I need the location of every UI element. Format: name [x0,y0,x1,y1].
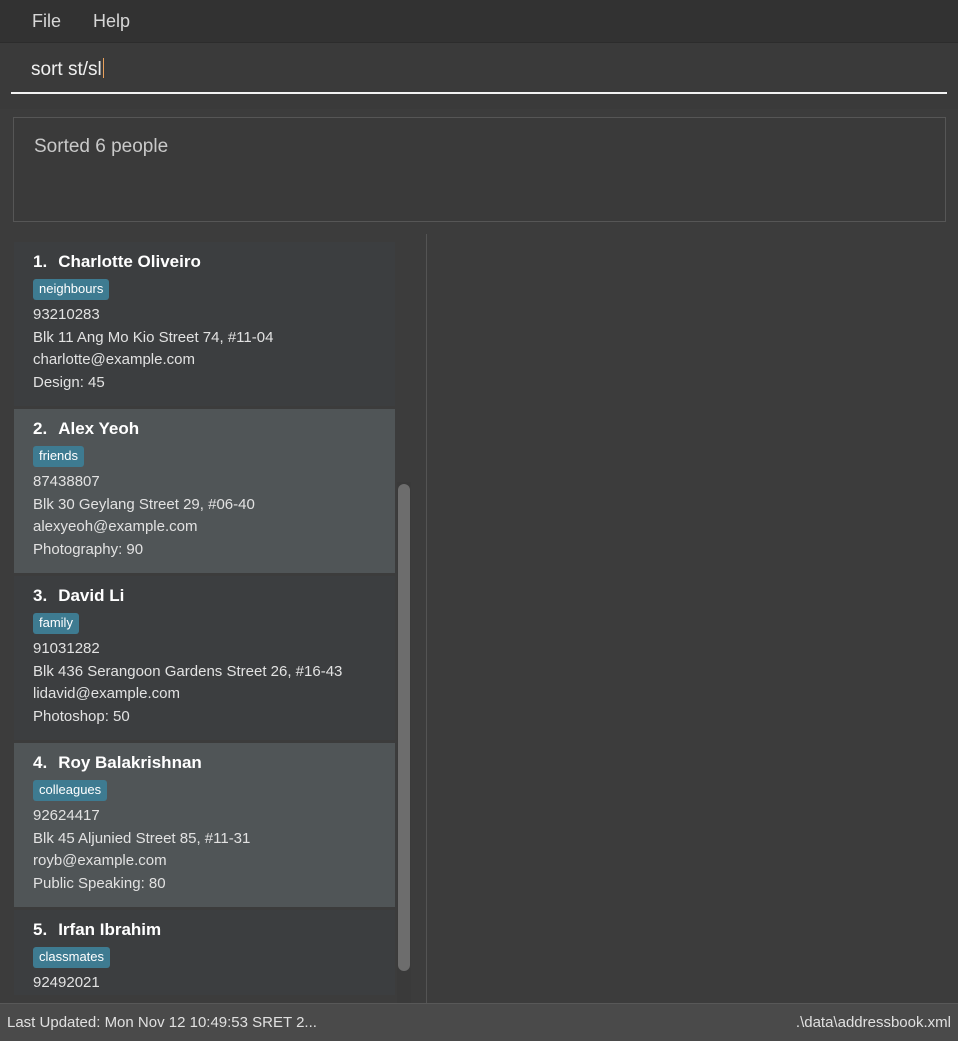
command-input[interactable]: sort st/sl [11,58,947,94]
person-card-headline: 2. Alex Yeoh [33,419,381,439]
person-card[interactable]: 2. Alex Yeoh friends 87438807 Blk 30 Gey… [14,409,395,573]
application-window: File Help sort st/sl Sorted 6 people 1. … [0,0,958,1041]
person-index: 1. [33,252,48,271]
person-card[interactable]: 5. Irfan Ibrahim classmates 92492021 Blk… [14,910,395,995]
person-phone: 92492021 [33,974,100,991]
person-list-panel: 1. Charlotte Oliveiro neighbours 9321028… [0,232,426,1003]
main-content: 1. Charlotte Oliveiro neighbours 9321028… [0,232,958,1003]
person-phone: 93210283 [33,306,100,323]
person-index: 5. [33,920,48,939]
person-phone: 91031282 [33,640,100,657]
status-save-location: .\data\addressbook.xml [795,1014,951,1031]
person-email: charlotte@example.com [33,351,195,368]
person-card-headline: 3. David Li [33,586,381,606]
result-display-box: Sorted 6 people [13,117,946,222]
person-skill: Photography: 90 [33,540,144,558]
person-name: Irfan Ibrahim [58,920,162,939]
command-input-value: sort st/sl [31,59,102,80]
person-address: Blk 11 Ang Mo Kio Street 74, #11-04 [33,328,274,346]
person-skill: Design: 45 [33,373,105,391]
person-card-headline: 4. Roy Balakrishnan [33,753,381,773]
person-list-viewport[interactable]: 1. Charlotte Oliveiro neighbours 9321028… [14,242,395,995]
person-card[interactable]: 3. David Li family 91031282 Blk 436 Sera… [14,576,395,740]
person-tag: colleagues [33,780,108,801]
menu-item-file[interactable]: File [22,9,71,34]
person-address: Blk 45 Aljunied Street 85, #11-31 [33,829,251,847]
menu-item-help[interactable]: Help [83,9,140,34]
text-caret [102,58,104,78]
person-tag-row: colleagues [33,780,381,801]
person-name: David Li [58,586,125,605]
person-card[interactable]: 1. Charlotte Oliveiro neighbours 9321028… [14,242,395,406]
status-bar: Last Updated: Mon Nov 12 10:49:53 SRET 2… [0,1003,958,1041]
person-name: Alex Yeoh [58,419,140,438]
person-name: Charlotte Oliveiro [58,252,201,271]
person-email: royb@example.com [33,852,167,869]
result-display-text: Sorted 6 people [34,136,169,157]
result-display-region: Sorted 6 people [0,109,958,232]
person-skill: Photoshop: 50 [33,707,130,725]
person-tag: friends [33,446,85,467]
person-skill: Public Speaking: 80 [33,874,166,892]
person-index: 3. [33,586,48,605]
person-tag: classmates [33,947,111,968]
person-address: Blk 436 Serangoon Gardens Street 26, #16… [33,662,343,680]
person-detail-panel [427,232,958,1003]
person-tag-row: neighbours [33,279,381,300]
person-tag: family [33,613,79,634]
person-phone: 87438807 [33,473,100,490]
person-card-headline: 1. Charlotte Oliveiro [33,252,381,272]
person-email: lidavid@example.com [33,685,180,702]
person-index: 2. [33,419,48,438]
person-address: Blk 30 Geylang Street 29, #06-40 [33,495,255,513]
status-last-updated: Last Updated: Mon Nov 12 10:49:53 SRET 2… [7,1014,317,1031]
person-tag-row: classmates [33,947,381,968]
person-card[interactable]: 4. Roy Balakrishnan colleagues 92624417 … [14,743,395,907]
person-tag-row: family [33,613,381,634]
person-name: Roy Balakrishnan [58,753,202,772]
person-index: 4. [33,753,48,772]
person-tag: neighbours [33,279,110,300]
person-phone: 92624417 [33,807,100,824]
person-address: Blk 47 Tampines Street 20, #17-35 [33,995,381,996]
person-tag-row: friends [33,446,381,467]
command-box-region: sort st/sl [0,43,958,109]
scrollbar-thumb[interactable] [398,484,410,971]
person-list-scrollbar[interactable] [397,482,411,1003]
person-card-headline: 5. Irfan Ibrahim [33,920,381,940]
menu-bar: File Help [0,0,958,43]
person-email: alexyeoh@example.com [33,518,198,535]
